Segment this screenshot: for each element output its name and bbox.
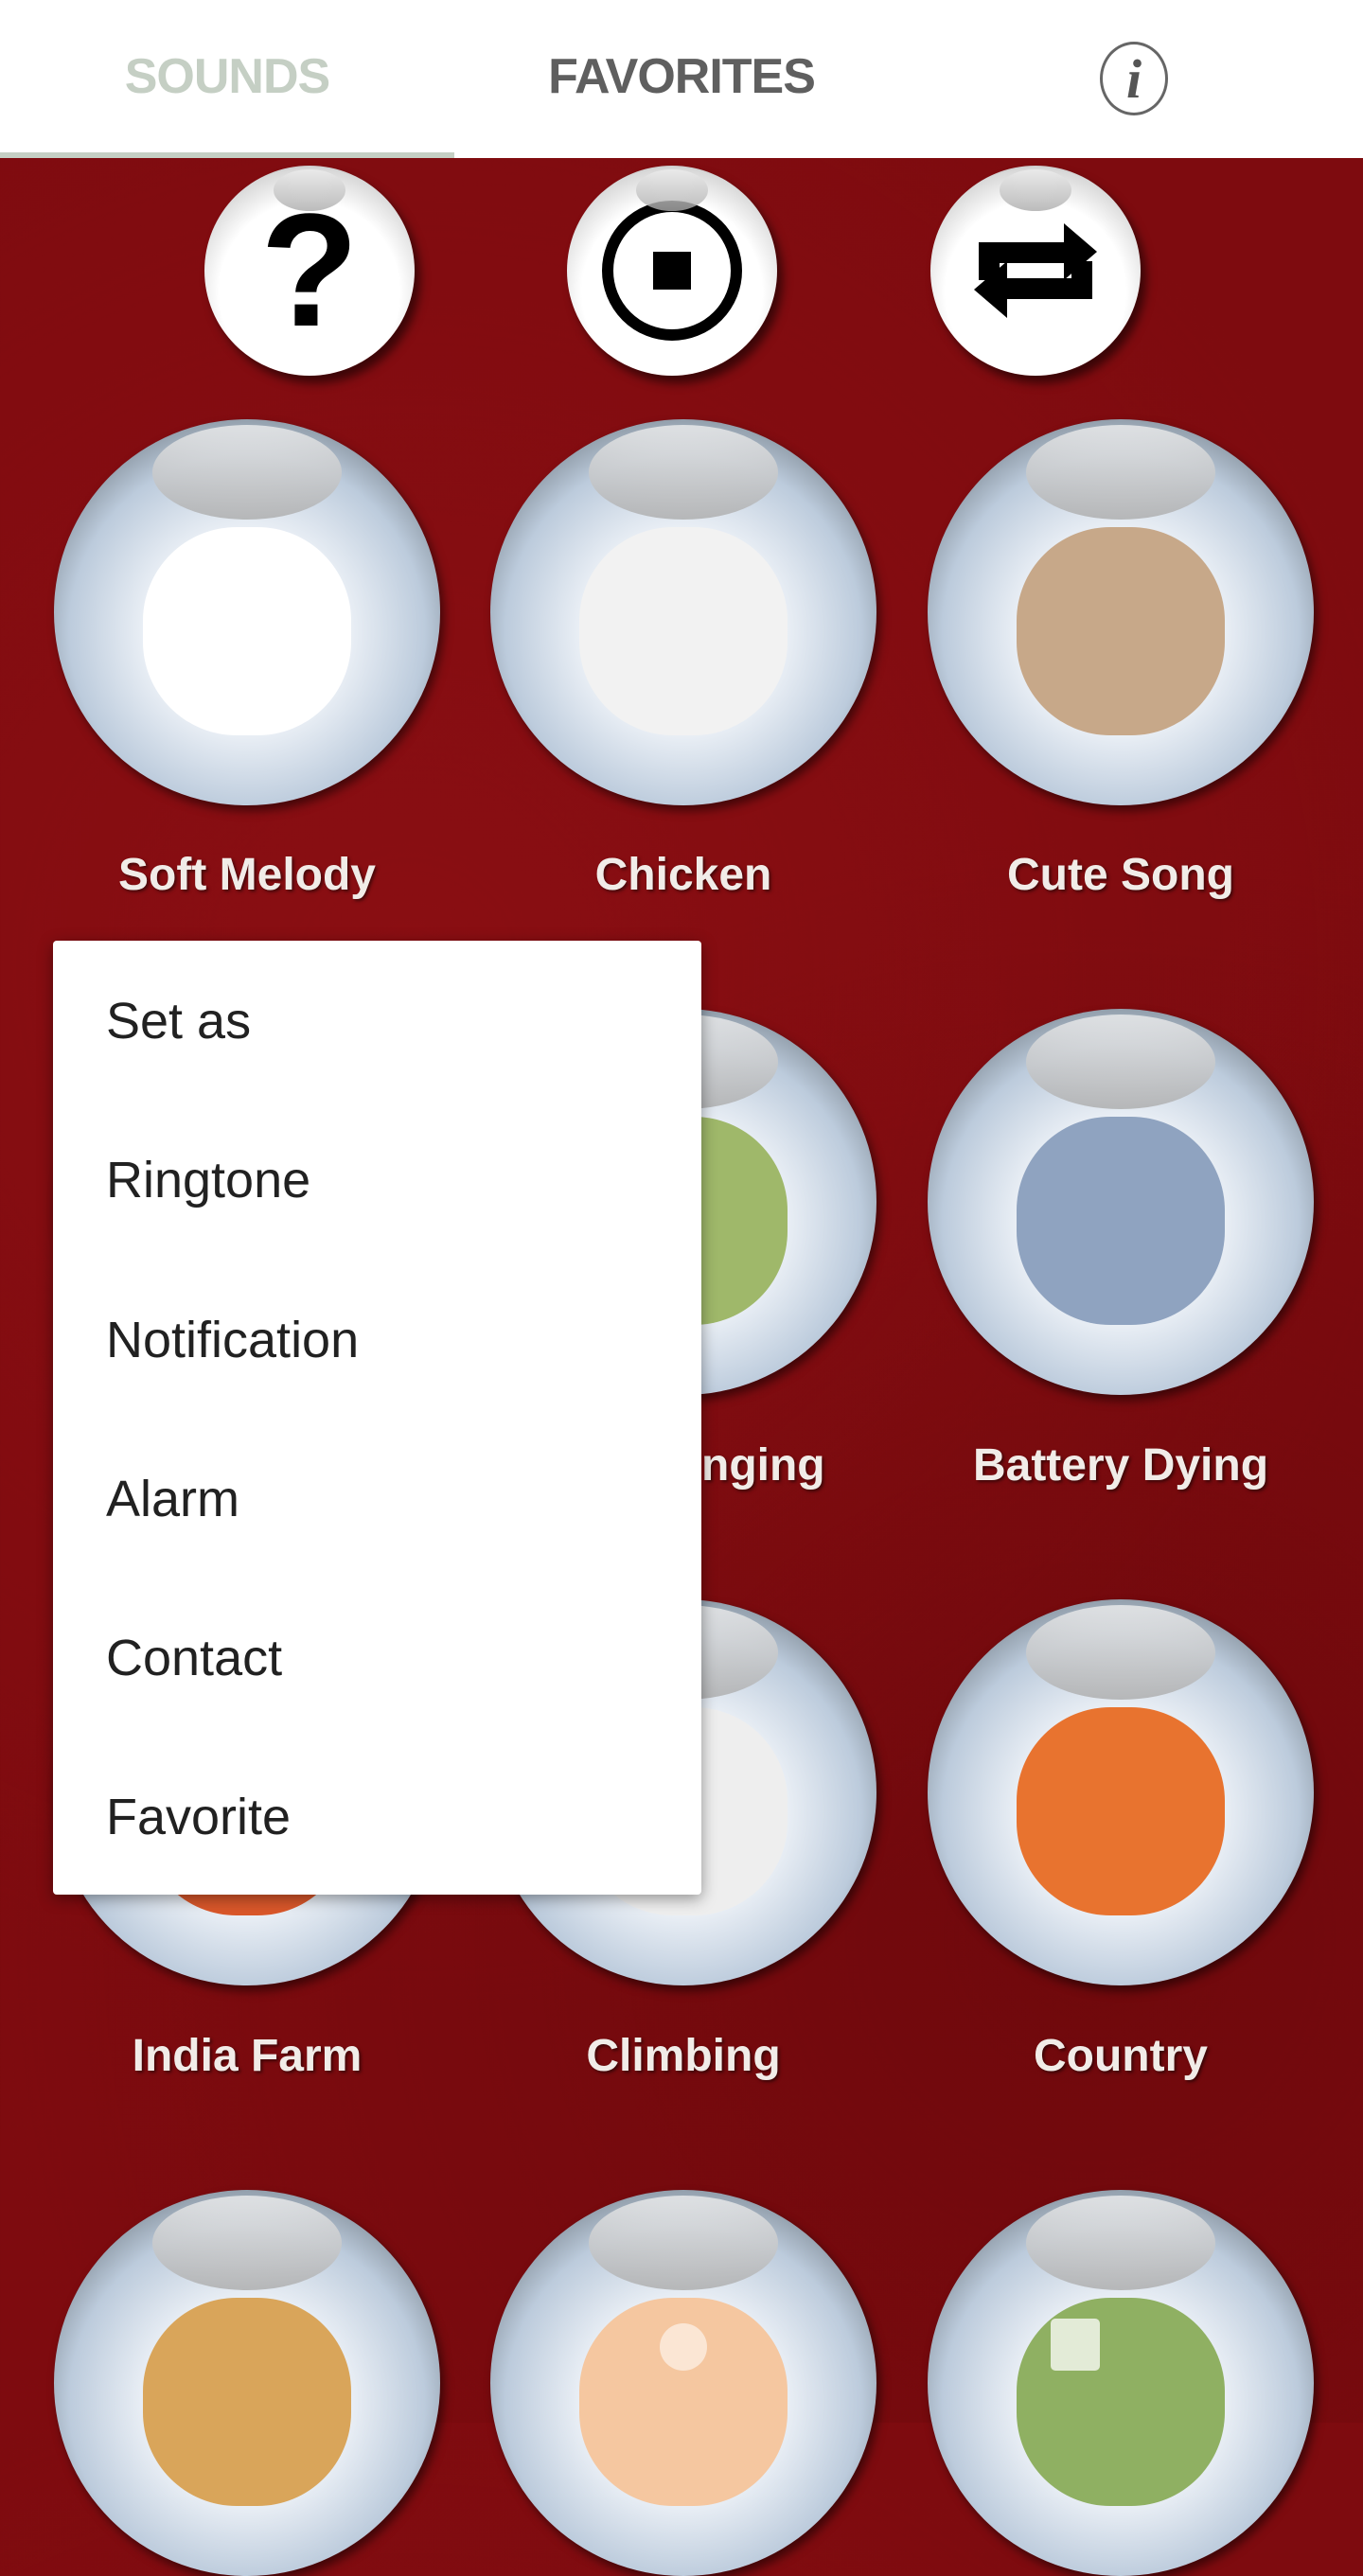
sound-picture — [1017, 1707, 1225, 1916]
sound-orb[interactable] — [928, 419, 1314, 805]
nav-home-button[interactable] — [660, 2323, 707, 2371]
sound-label: Climbing — [586, 2031, 781, 2081]
sound-orb[interactable] — [490, 419, 876, 805]
sound-picture — [1017, 527, 1225, 736]
sound-label: Chicken — [594, 850, 772, 900]
repeat-icon — [974, 223, 1097, 318]
menu-title: Set as — [106, 993, 252, 1050]
menu-item-ringtone[interactable]: Ringtone — [106, 1133, 655, 1227]
sound-picture — [579, 527, 788, 736]
sound-label: nging — [701, 1440, 825, 1491]
gloss — [152, 425, 342, 520]
sound-orb[interactable] — [490, 2190, 876, 2576]
tab-indicator — [0, 152, 454, 158]
sound-label: Battery Dying — [972, 1440, 1269, 1491]
sound-orb[interactable] — [928, 1599, 1314, 1985]
sound-label: India Farm — [132, 2031, 363, 2081]
sound-picture — [1017, 2298, 1225, 2507]
sound-picture — [143, 2298, 351, 2507]
gloss — [1000, 169, 1071, 211]
tab-sounds[interactable]: SOUNDS — [0, 0, 454, 152]
sound-label: Cute Song — [1007, 850, 1234, 900]
repeat-button[interactable] — [930, 166, 1141, 376]
stop-icon — [602, 201, 742, 341]
gloss — [152, 2196, 342, 2290]
gloss — [589, 425, 778, 520]
sound-orb[interactable] — [54, 419, 440, 805]
nav-recents-button[interactable] — [1051, 2319, 1100, 2371]
sound-label: Soft Melody — [118, 850, 376, 900]
menu-item-alarm[interactable]: Alarm — [106, 1452, 655, 1546]
tab-bar: SOUNDS FAVORITES i — [0, 0, 1363, 158]
help-button[interactable]: ? — [204, 166, 415, 376]
menu-item-favorite[interactable]: Favorite — [106, 1770, 655, 1864]
sound-picture — [143, 527, 351, 736]
gloss — [1026, 1015, 1215, 1109]
tab-favorites[interactable]: FAVORITES — [454, 0, 909, 152]
sound-orb[interactable] — [928, 2190, 1314, 2576]
gloss — [1026, 1605, 1215, 1700]
menu-item-contact[interactable]: Contact — [106, 1611, 655, 1705]
menu-item-notification[interactable]: Notification — [106, 1293, 655, 1387]
set-as-menu — [53, 941, 701, 1895]
gloss — [636, 169, 708, 211]
stop-button[interactable] — [567, 166, 777, 376]
info-icon[interactable]: i — [1100, 42, 1168, 115]
gloss — [274, 169, 345, 211]
sound-orb[interactable] — [54, 2190, 440, 2576]
gloss — [589, 2196, 778, 2290]
sound-picture — [1017, 1117, 1225, 1326]
gloss — [1026, 2196, 1215, 2290]
sound-label: Country — [1034, 2031, 1208, 2081]
gloss — [1026, 425, 1215, 520]
sound-orb[interactable] — [928, 1009, 1314, 1395]
